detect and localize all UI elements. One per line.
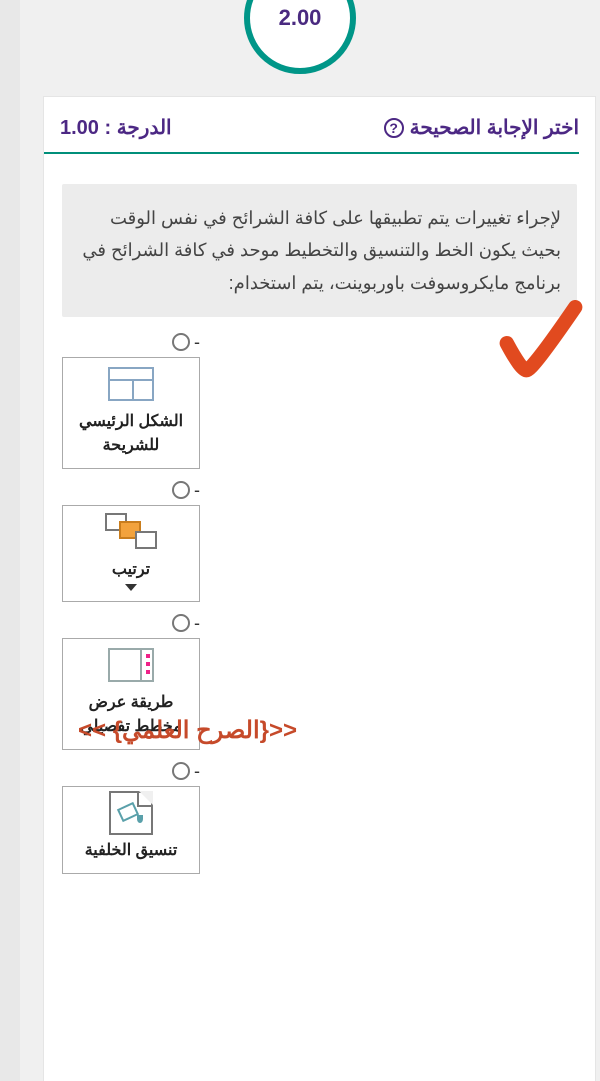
option-dash: -: [194, 480, 200, 501]
option-card-arrange[interactable]: ترتيب: [62, 505, 200, 602]
option-dash: -: [194, 332, 200, 353]
progress-value: 2.00: [279, 5, 322, 31]
answer-row: - تنسيق الخلفية: [62, 756, 577, 874]
slide-master-icon: [105, 364, 157, 404]
answers-list: - الشكل الرئيسي للشريحة -: [62, 327, 577, 874]
page-margin: [0, 0, 20, 1081]
option-card-format-background[interactable]: تنسيق الخلفية: [62, 786, 200, 874]
option-dash: -: [194, 761, 200, 782]
header-divider: [44, 152, 579, 154]
radio-option-b[interactable]: [172, 481, 190, 499]
radio-option-d[interactable]: [172, 762, 190, 780]
radio-option-a[interactable]: [172, 333, 190, 351]
option-label: الشكل الرئيسي للشريحة: [69, 410, 193, 458]
help-icon[interactable]: ?: [384, 118, 404, 138]
option-dash: -: [194, 613, 200, 634]
chevron-down-icon: [125, 584, 137, 591]
progress-circle: 2.00: [244, 0, 356, 74]
grade-label: الدرجة : 1.00: [60, 115, 172, 140]
radio-option-c[interactable]: [172, 614, 190, 632]
question-text: لإجراء تغييرات يتم تطبيقها على كافة الشر…: [62, 184, 577, 317]
answer-row: - ترتيب: [62, 475, 577, 602]
option-label: تنسيق الخلفية: [85, 839, 178, 863]
answer-row: - الشكل الرئيسي للشريحة: [62, 327, 577, 469]
outline-view-icon: [105, 645, 157, 685]
arrange-icon: [105, 512, 157, 552]
watermark-text: <<{الصرح العلمي} >>: [78, 716, 297, 745]
question-title: اختر الإجابة الصحيحة: [410, 115, 579, 140]
option-label: ترتيب: [112, 558, 150, 582]
question-header: اختر الإجابة الصحيحة ? الدرجة : 1.00: [44, 97, 595, 152]
option-card-slide-master[interactable]: الشكل الرئيسي للشريحة: [62, 357, 200, 469]
question-card: اختر الإجابة الصحيحة ? الدرجة : 1.00 لإج…: [43, 96, 596, 1081]
format-background-icon: [105, 793, 157, 833]
